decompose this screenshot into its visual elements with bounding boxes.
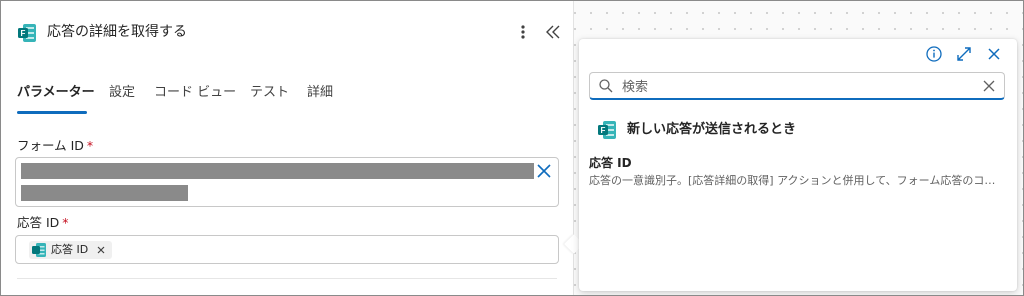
required-marker: *	[62, 215, 69, 230]
item-name: 応答 ID	[589, 156, 632, 170]
response-id-label: 応答 ID *	[17, 215, 69, 231]
token-label: 応答 ID	[51, 243, 89, 256]
forms-icon	[32, 243, 46, 257]
action-details-panel: F 応答の詳細を取得する パラメーター 設定 コード ビュー テスト 詳細 フォ…	[1, 1, 574, 295]
response-id-label-text: 応答 ID	[17, 215, 60, 230]
dynamic-content-token[interactable]: 応答 ID	[29, 241, 113, 259]
redacted-value	[21, 185, 188, 201]
divider	[17, 278, 557, 279]
more-vertical-icon	[521, 25, 525, 39]
forms-icon: F	[18, 24, 36, 42]
tab-parameters[interactable]: パラメーター	[17, 83, 95, 103]
tab-details[interactable]: 詳細	[307, 83, 333, 103]
tab-code-view[interactable]: コード ビュー	[154, 83, 236, 103]
clear-icon[interactable]	[534, 161, 554, 181]
panel-header: F 応答の詳細を取得する	[17, 21, 565, 45]
svg-text:F: F	[601, 126, 606, 135]
tab-settings[interactable]: 設定	[109, 83, 135, 103]
form-id-label-text: フォーム ID	[17, 138, 84, 153]
more-options-button[interactable]	[515, 21, 531, 43]
close-icon[interactable]	[985, 45, 1003, 63]
panel-title: 応答の詳細を取得する	[47, 24, 187, 40]
response-id-field[interactable]: 応答 ID	[15, 235, 559, 264]
trigger-label: 新しい応答が送信されるとき	[627, 122, 797, 137]
trigger-section-header[interactable]: F 新しい応答が送信されるとき	[597, 119, 796, 141]
expand-icon[interactable]	[955, 45, 973, 63]
dynamic-content-popover: F 新しい応答が送信されるとき 応答 ID 応答の一意識別子。[応答詳細の取得]…	[579, 39, 1017, 291]
required-marker: *	[86, 138, 94, 153]
active-tab-indicator	[17, 111, 87, 114]
svg-text:F: F	[21, 29, 26, 38]
search-icon	[599, 79, 613, 93]
form-id-label: フォーム ID *	[17, 138, 93, 154]
forms-icon: F	[598, 121, 616, 139]
search-input[interactable]	[620, 76, 974, 98]
list-item[interactable]: 応答 ID 応答の一意識別子。[応答詳細の取得] アクションと併用して、フォーム…	[589, 155, 1009, 189]
tab-test[interactable]: テスト	[250, 83, 289, 103]
canvas-background: F 応答の詳細を取得する パラメーター 設定 コード ビュー テスト 詳細 フォ…	[0, 0, 1024, 296]
collapse-panel-button[interactable]	[543, 21, 563, 43]
clear-icon[interactable]	[980, 77, 998, 95]
search-box	[589, 72, 1005, 100]
popover-toolbar	[925, 43, 1003, 65]
remove-token-icon[interactable]	[96, 245, 106, 255]
item-description: 応答の一意識別子。[応答詳細の取得] アクションと併用して、フォーム応答のコン.…	[589, 174, 1001, 187]
form-id-field[interactable]	[15, 157, 559, 207]
collapse-left-icon	[546, 25, 560, 39]
redacted-value	[21, 163, 534, 179]
info-icon[interactable]	[925, 45, 943, 63]
